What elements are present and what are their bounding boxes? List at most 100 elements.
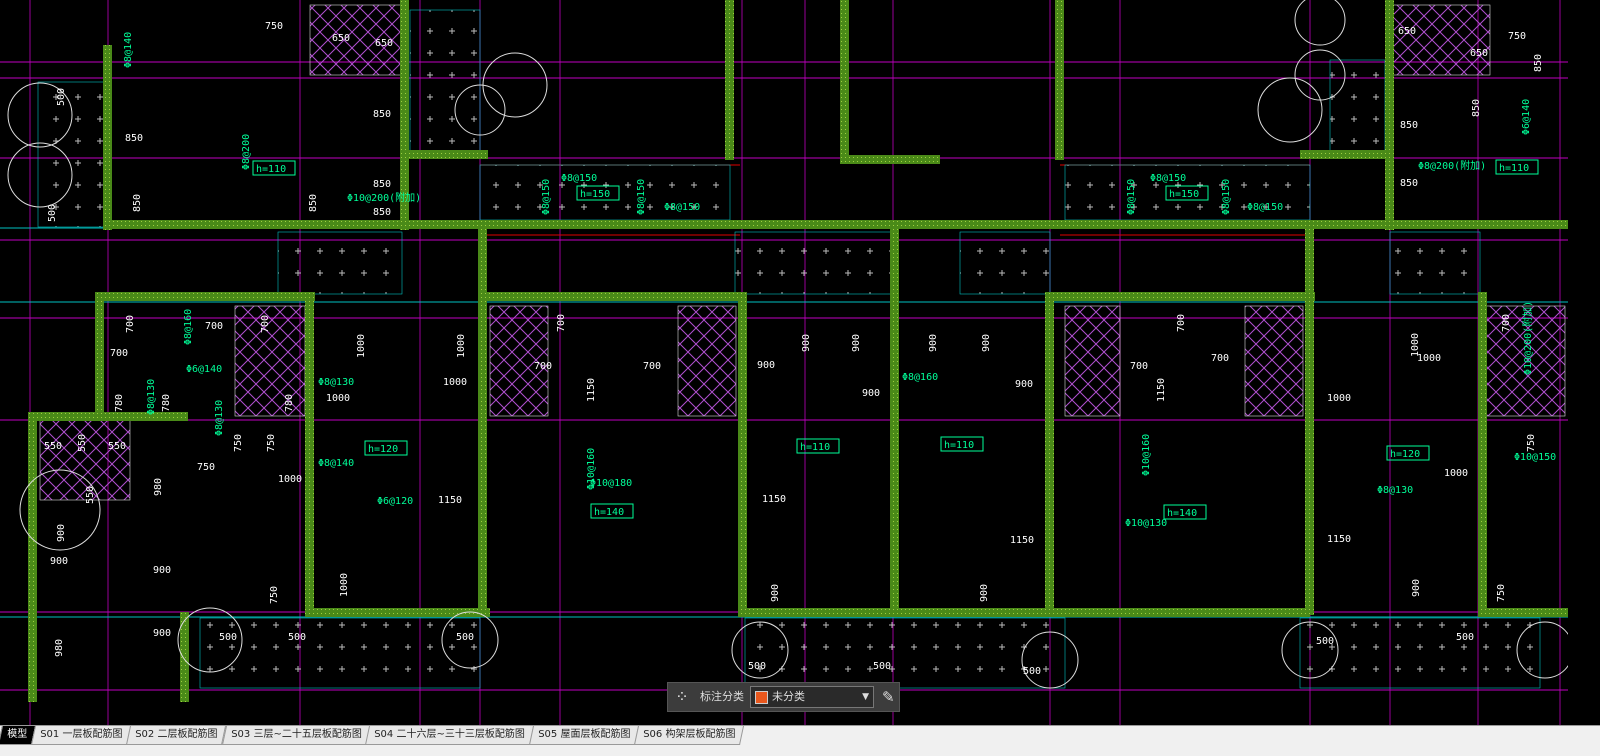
revision-cloud bbox=[1257, 77, 1323, 143]
slab-thickness-label: h=110 bbox=[256, 164, 286, 175]
wall-segment bbox=[893, 608, 1058, 617]
dimension-label: 780 bbox=[284, 394, 295, 412]
rebar-label: Φ10@150 bbox=[1514, 452, 1556, 463]
layout-tabs: 模型 S01 一层板配筋图 S02 二层板配筋图 S03 三层~二十五层板配筋图 S04… bbox=[0, 725, 1600, 756]
wall-segment bbox=[103, 45, 112, 230]
category-selected: 未分类 bbox=[772, 690, 805, 703]
wall-segment bbox=[1050, 608, 1310, 617]
vertical-scrollbar[interactable] bbox=[1568, 0, 1600, 725]
dimension-label: 900 bbox=[979, 584, 990, 602]
dimension-label: 1150 bbox=[1010, 535, 1034, 546]
slab-dotted-region bbox=[1389, 231, 1481, 295]
rebar-label: Φ10@160 bbox=[1141, 434, 1152, 476]
dimension-label: 900 bbox=[153, 565, 171, 576]
slab-thickness-label: h=110 bbox=[800, 442, 830, 453]
dimension-label: 1000 bbox=[339, 573, 350, 597]
slab-thickness-label: h=150 bbox=[580, 189, 610, 200]
dimension-label: 700 bbox=[1211, 353, 1229, 364]
dimension-label: 1150 bbox=[438, 495, 462, 506]
wall-segment bbox=[95, 292, 315, 301]
dimension-label: 650 bbox=[332, 33, 350, 44]
layout-tab-label: S06 构架层板配筋图 bbox=[643, 729, 736, 740]
layout-tab[interactable]: S02 二层板配筋图 bbox=[126, 726, 227, 745]
slab-thickness-label: h=110 bbox=[1499, 163, 1529, 174]
wall-segment bbox=[478, 220, 487, 615]
rebar-label: Φ8@200(附加) bbox=[1418, 159, 1486, 172]
dimension-label: 850 bbox=[308, 194, 319, 212]
dimension-label: 700 bbox=[1176, 314, 1187, 332]
slab-dotted-region bbox=[1299, 617, 1541, 689]
wall-segment bbox=[480, 292, 745, 301]
wall-segment bbox=[305, 292, 314, 617]
dimension-label: 1150 bbox=[1327, 534, 1351, 545]
edit-icon[interactable]: ✎ bbox=[882, 689, 895, 705]
dimension-label: 900 bbox=[928, 334, 939, 352]
dimension-label: 500 bbox=[1023, 666, 1041, 677]
slab-dotted-region bbox=[409, 9, 481, 156]
dimension-label: 550 bbox=[44, 441, 62, 452]
dimension-label: 850 bbox=[373, 179, 391, 190]
rebar-label: Φ8@130 bbox=[214, 400, 225, 436]
dimension-label: 1000 bbox=[1327, 393, 1351, 404]
chevron-down-icon[interactable]: ▼ bbox=[862, 692, 869, 702]
layout-tab[interactable]: S03 三层~二十五层板配筋图 bbox=[221, 726, 371, 745]
revision-cloud bbox=[482, 52, 548, 118]
rebar-label: Φ6@140 bbox=[1521, 99, 1532, 135]
rebar-label: Φ8@150 bbox=[561, 173, 597, 184]
dimension-label: 650 bbox=[375, 38, 393, 49]
dimension-label: 850 bbox=[1400, 178, 1418, 189]
rebar-label: Φ8@150 bbox=[1247, 202, 1283, 213]
dimension-label: 900 bbox=[757, 360, 775, 371]
slab-dotted-region bbox=[959, 231, 1051, 295]
layout-tab[interactable]: S06 构架层板配筋图 bbox=[634, 726, 745, 745]
dimension-label: 1000 bbox=[443, 377, 467, 388]
dimension-label: 980 bbox=[153, 478, 164, 496]
grid-icon[interactable]: ⁘ bbox=[668, 689, 696, 705]
cad-drawing[interactable]: 750 650 650 850 850 850 850 850 850 500 500 700 700 7… bbox=[0, 0, 1600, 725]
dimension-label: 1150 bbox=[1156, 378, 1167, 402]
annotation-category-select[interactable]: 未分类 ▼ bbox=[750, 686, 874, 708]
dimension-label: 750 bbox=[233, 434, 244, 452]
layout-tab[interactable]: S05 屋面层板配筋图 bbox=[528, 726, 640, 745]
wall-segment bbox=[28, 412, 37, 702]
wall-segment bbox=[95, 292, 104, 412]
dimension-label: 900 bbox=[862, 388, 880, 399]
slab-hatched-region bbox=[1244, 305, 1304, 417]
wall-segment bbox=[408, 150, 488, 159]
dimension-label: 900 bbox=[153, 628, 171, 639]
dimension-label: 500 bbox=[219, 632, 237, 643]
dimension-label: 700 bbox=[125, 315, 136, 333]
rebar-label: Φ6@140 bbox=[186, 364, 222, 375]
dimension-label: 750 bbox=[266, 434, 277, 452]
slab-hatched-region bbox=[1064, 305, 1121, 417]
dimension-label: 1000 bbox=[278, 474, 302, 485]
dimension-label: 900 bbox=[801, 334, 812, 352]
layout-tab-label: S03 三层~二十五层板配筋图 bbox=[230, 729, 362, 740]
dimension-label: 500 bbox=[56, 88, 67, 106]
dimension-label: 850 bbox=[373, 109, 391, 120]
dimension-label: 700 bbox=[643, 361, 661, 372]
rebar-label: Φ8@150 bbox=[541, 179, 552, 215]
drawing-canvas[interactable]: 750 650 650 850 850 850 850 850 850 500 500 700 700 7… bbox=[0, 0, 1600, 725]
slab-thickness-label: h=120 bbox=[368, 444, 398, 455]
dimension-label: 700 bbox=[534, 361, 552, 372]
dimension-label: 700 bbox=[205, 321, 223, 332]
rebar-label: Φ8@130 bbox=[318, 377, 354, 388]
dimension-label: 780 bbox=[114, 394, 125, 412]
slab-dotted-region bbox=[734, 231, 896, 295]
dimension-label: 750 bbox=[197, 462, 215, 473]
dimension-label: 750 bbox=[1508, 31, 1526, 42]
rebar-label: Φ8@160 bbox=[183, 309, 194, 345]
dimension-label: 650 bbox=[1470, 48, 1488, 59]
layout-tab[interactable]: S01 一层板配筋图 bbox=[30, 726, 132, 745]
rebar-label: Φ6@120 bbox=[377, 496, 413, 507]
dimension-label: 850 bbox=[125, 133, 143, 144]
layout-tab[interactable]: S04 二十六层~三十三层板配筋图 bbox=[365, 726, 534, 745]
category-color-swatch bbox=[755, 690, 768, 704]
dimension-label: 900 bbox=[770, 584, 781, 602]
dimension-label: 850 bbox=[373, 207, 391, 218]
dimension-label: 900 bbox=[1411, 579, 1422, 597]
dimension-label: 1000 bbox=[1444, 468, 1468, 479]
slab-thickness-label: h=110 bbox=[944, 440, 974, 451]
dimension-label: 500 bbox=[1316, 636, 1334, 647]
